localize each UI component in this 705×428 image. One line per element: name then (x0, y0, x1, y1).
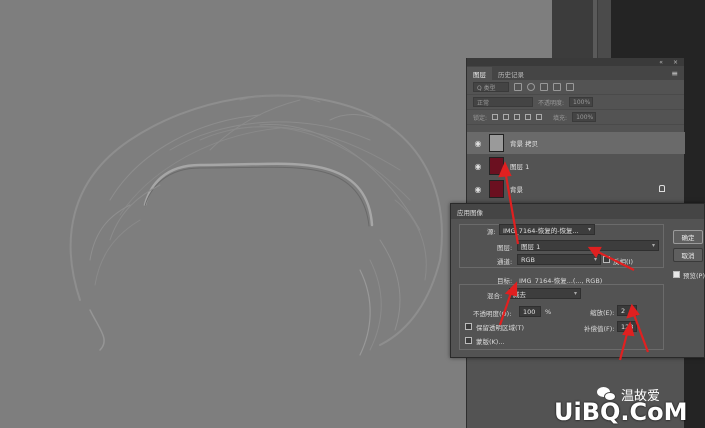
source-value: IMG_7164-恢复的-恢复... (503, 226, 579, 235)
dialog-title: 应用图像 (451, 204, 704, 219)
filter-row: Q 类型 (467, 80, 684, 95)
layer-select[interactable]: 图层 1 ▾ (517, 240, 659, 251)
mask-label: 蒙版(K)... (476, 338, 505, 346)
collapse-icon[interactable]: « (659, 59, 663, 66)
layer-name: 背景 (510, 186, 523, 194)
layer-row-layer-1[interactable]: ◉ 图层 1 (467, 155, 685, 177)
lock-icon (659, 185, 665, 192)
workspace-divider (593, 0, 597, 58)
lock-all-icon[interactable] (536, 114, 543, 120)
filter-type-icon[interactable] (540, 83, 548, 91)
opacity-label: 不透明度(O): (473, 310, 512, 318)
opacity-label: 不透明度: (538, 99, 565, 107)
apply-image-dialog: 应用图像 源: IMG_7164-恢复的-恢复... ▾ 图层: 图层 1 ▾ 通道… (450, 203, 705, 358)
filter-pixel-icon[interactable] (514, 83, 522, 91)
preserve-transparency-label: 保留透明区域(T) (476, 324, 525, 332)
layer-thumbnail (489, 134, 504, 152)
filter-adjustment-icon[interactable] (527, 83, 535, 91)
chevron-down-icon: ▾ (573, 290, 577, 297)
invert-checkbox[interactable] (603, 256, 610, 263)
opacity-input[interactable]: 100% (569, 97, 594, 107)
blending-value: 减去 (513, 290, 526, 299)
scale-label: 缩放(E): (590, 309, 615, 317)
cancel-button[interactable]: 取消 (673, 248, 703, 262)
source-label: 源: (487, 228, 496, 236)
tab-history[interactable]: 历史记录 (492, 67, 530, 80)
scale-input[interactable]: 2 (617, 305, 637, 316)
layer-name: 图层 1 (510, 163, 530, 171)
eye-icon[interactable]: ◉ (471, 185, 485, 194)
layer-thumbnail (489, 157, 504, 175)
eye-icon[interactable]: ◉ (471, 139, 485, 148)
blending-select[interactable]: 减去 ▾ (509, 288, 581, 299)
invert-label: 反相(I) (613, 258, 633, 266)
filter-shape-icon[interactable] (553, 83, 561, 91)
close-panel-icon[interactable]: × (673, 59, 678, 66)
lock-move-icon[interactable] (514, 114, 521, 120)
lock-artboard-icon[interactable] (525, 114, 532, 120)
panel-header-bar: « × (467, 58, 684, 66)
channel-select[interactable]: RGB ▾ (517, 254, 601, 265)
preview-checkbox[interactable] (673, 271, 680, 278)
lock-row: 锁定: 填充: 100% (467, 110, 684, 125)
layer-name: 背景 拷贝 (510, 140, 539, 148)
ok-button[interactable]: 确定 (673, 230, 703, 244)
filter-smart-icon[interactable] (566, 83, 574, 91)
eye-icon[interactable]: ◉ (471, 162, 485, 171)
layer-thumbnail (489, 180, 504, 198)
offset-label: 补偿值(F): (584, 325, 615, 333)
lock-brush-icon[interactable] (503, 114, 510, 120)
mask-checkbox[interactable] (465, 337, 472, 344)
workspace-divider (598, 0, 611, 58)
fill-input[interactable]: 100% (572, 112, 597, 122)
tab-layers[interactable]: 图层 (467, 67, 492, 80)
blend-mode-select[interactable]: 正常 (473, 97, 533, 107)
panel-menu-icon[interactable]: ≡ (671, 69, 678, 78)
opacity-input[interactable]: 100 (519, 306, 541, 317)
lock-label: 锁定: (473, 114, 488, 122)
layer-value: 图层 1 (521, 242, 541, 251)
layer-row-background-copy[interactable]: ◉ 背景 拷贝 (467, 132, 685, 154)
chevron-down-icon: ▾ (587, 226, 591, 233)
preview-label: 预览(P) (683, 272, 705, 280)
layer-label: 图层: (497, 244, 513, 252)
blending-label: 混合: (487, 292, 503, 300)
site-watermark: UiBQ.CoM (554, 398, 688, 426)
lock-pixels-icon[interactable] (492, 114, 499, 120)
chevron-down-icon: ▾ (651, 242, 655, 249)
channel-label: 通道: (497, 258, 513, 266)
layer-row-background[interactable]: ◉ 背景 (467, 178, 685, 200)
panel-tabs: 图层 历史记录 ≡ (467, 66, 684, 80)
opacity-unit: % (545, 308, 552, 316)
fill-label: 填充: (553, 114, 568, 122)
source-select[interactable]: IMG_7164-恢复的-恢复... ▾ (499, 224, 595, 235)
offset-input[interactable]: 128 (617, 321, 637, 332)
chevron-down-icon: ▾ (593, 256, 597, 263)
blend-row: 正常 不透明度: 100% (467, 95, 684, 110)
preserve-transparency-checkbox[interactable] (465, 323, 472, 330)
channel-value: RGB (521, 255, 536, 264)
filter-kind-select[interactable]: Q 类型 (473, 82, 509, 92)
